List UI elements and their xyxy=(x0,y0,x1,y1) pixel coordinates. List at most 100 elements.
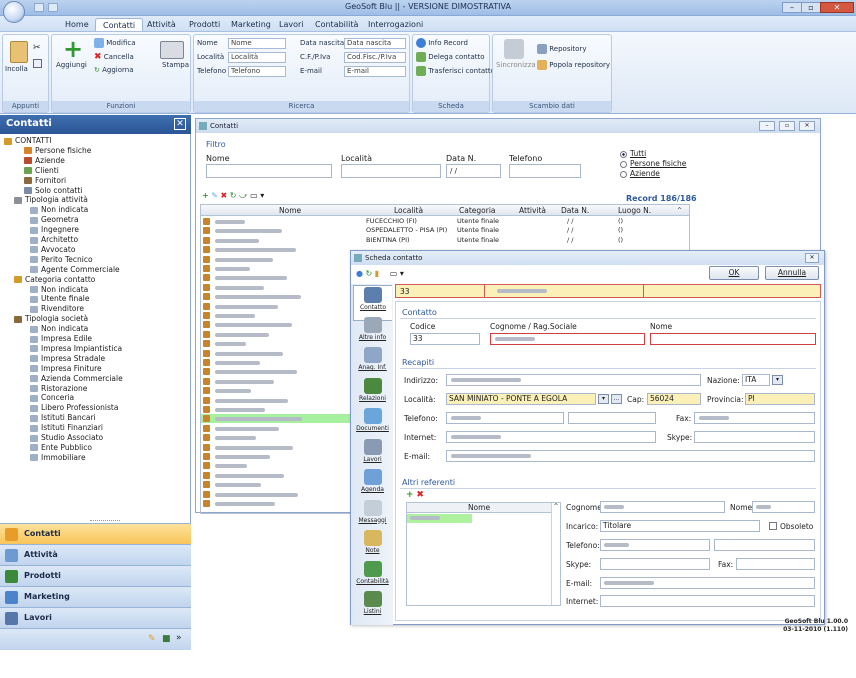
altri-add-icon[interactable]: + xyxy=(406,490,414,500)
nav-lavori[interactable]: Lavori xyxy=(0,607,191,628)
nav-small-icon-2[interactable]: ■ xyxy=(162,634,171,644)
filtro-datan-input[interactable]: / / xyxy=(446,164,501,178)
grid-dropdown-icon[interactable]: ▾ xyxy=(260,191,264,200)
tree-item[interactable]: Geometra xyxy=(30,215,79,225)
tree-item[interactable]: Impresa Finiture xyxy=(30,364,102,374)
referenti-scrollbar[interactable]: ^ xyxy=(551,503,560,605)
tree-item[interactable]: Fornitori xyxy=(24,176,66,186)
telefono-field[interactable] xyxy=(446,412,564,424)
sincronizza-button[interactable]: Sincronizza xyxy=(496,61,536,69)
search-telefono-input[interactable]: Telefono xyxy=(228,66,286,77)
provincia-field[interactable]: PI xyxy=(745,393,815,405)
cut-icon[interactable]: ✂ xyxy=(33,43,41,53)
grid-add-icon[interactable]: + xyxy=(202,191,209,200)
tree-item[interactable]: Impresa Edile xyxy=(30,334,92,344)
splitter[interactable] xyxy=(90,520,120,521)
incolla-button[interactable]: Incolla xyxy=(5,65,28,73)
tree-item[interactable]: Solo contatti xyxy=(24,186,82,196)
contatti-minimize-button[interactable]: – xyxy=(759,121,775,131)
scheda-print-icon[interactable]: ▭ xyxy=(390,269,398,278)
filtro-nome-input[interactable] xyxy=(206,164,332,178)
close-panel-icon[interactable]: ✕ xyxy=(174,118,186,130)
tree-item[interactable]: Architetto xyxy=(30,235,78,245)
col-attivita[interactable]: Attività xyxy=(519,205,546,216)
cognome-field[interactable] xyxy=(490,333,645,345)
tree-item[interactable]: Perito Tecnico xyxy=(30,255,93,265)
search-cf-input[interactable]: Cod.Fisc./P.Iva xyxy=(344,52,406,63)
grid-transfer-icon[interactable]: ⤻ xyxy=(239,191,248,200)
cap-field[interactable]: 56024 xyxy=(647,393,701,405)
tree-item[interactable]: Categoria contatto xyxy=(14,275,95,285)
ref-internet-field[interactable] xyxy=(600,595,815,607)
popola-repository-button[interactable]: Popola repository xyxy=(537,60,610,70)
filtro-telefono-input[interactable] xyxy=(509,164,581,178)
trasferisci-button[interactable]: Trasferisci contatto xyxy=(416,66,495,76)
add-icon[interactable]: + xyxy=(63,37,83,61)
scheda-refresh-icon[interactable]: ↻ xyxy=(366,269,373,278)
col-categoria[interactable]: Categoria xyxy=(459,205,496,216)
tab-lavori[interactable]: Lavori xyxy=(272,18,311,32)
tree-item[interactable]: Conceria xyxy=(30,393,74,403)
repository-button[interactable]: Repository xyxy=(537,44,586,54)
tree-item[interactable]: Immobiliare xyxy=(30,453,86,463)
tree-item[interactable]: Ristorazione xyxy=(30,384,87,394)
contacts-tree[interactable]: CONTATTI Persone fisiche Aziende Clienti For… xyxy=(0,136,191,516)
col-nome[interactable]: Nome xyxy=(279,205,301,216)
close-button[interactable]: ✕ xyxy=(820,2,854,13)
scheda-close-button[interactable]: ✕ xyxy=(805,253,819,263)
skype-field[interactable] xyxy=(694,431,815,443)
tree-item[interactable]: Tipologia società xyxy=(14,314,88,324)
aggiungi-button[interactable]: Aggiungi xyxy=(56,61,87,69)
referenti-col-nome[interactable]: Nome xyxy=(407,503,551,513)
tree-item[interactable]: Istituti Finanziari xyxy=(30,423,103,433)
radio-tutti[interactable]: Tutti xyxy=(620,149,646,158)
tree-item[interactable]: Studio Associato xyxy=(30,433,103,443)
filtro-localita-input[interactable] xyxy=(341,164,441,178)
nazione-dropdown-icon[interactable]: ▾ xyxy=(772,375,783,385)
quick-access-save-icon[interactable] xyxy=(34,3,44,12)
grid-print-icon[interactable]: ▭ xyxy=(250,191,258,200)
ref-cognome-field[interactable] xyxy=(600,501,725,513)
tree-item[interactable]: Libero Professionista xyxy=(30,403,118,413)
altri-delete-icon[interactable]: ✖ xyxy=(416,490,424,500)
cancella-button[interactable]: ✖ Cancella xyxy=(94,52,134,62)
scheda-print-dropdown-icon[interactable]: ▾ xyxy=(400,269,404,278)
tree-item[interactable]: Agente Commerciale xyxy=(30,265,120,275)
codice-field[interactable]: 33 xyxy=(410,333,480,345)
table-row[interactable]: OSPEDALETTO - PISA (PI) Utente finale / / (… xyxy=(201,226,689,235)
telefono2-field[interactable] xyxy=(568,412,656,424)
tree-item[interactable]: Ingegnere xyxy=(30,225,79,235)
col-luogon[interactable]: Luogo N. xyxy=(618,205,651,216)
nav-marketing[interactable]: Marketing xyxy=(0,586,191,607)
print-icon[interactable] xyxy=(160,41,184,59)
nav-small-icon-1[interactable]: ✎ xyxy=(148,634,156,644)
stampa-button[interactable]: Stampa xyxy=(162,61,189,69)
maximize-button[interactable]: ▫ xyxy=(801,2,821,13)
nazione-field[interactable]: ITA xyxy=(742,374,770,386)
ref-email-field[interactable] xyxy=(600,577,815,589)
radio-personefisiche[interactable]: Persone fisiche xyxy=(620,159,686,168)
tree-item[interactable]: Non indicata xyxy=(30,324,88,334)
tab-contatti[interactable]: Contatti xyxy=(95,18,144,32)
delega-button[interactable]: Delega contatto xyxy=(416,52,485,62)
localita-dropdown-icon[interactable]: ▾ xyxy=(598,394,609,404)
search-email-input[interactable]: E-mail xyxy=(344,66,406,77)
info-record-button[interactable]: Info Record xyxy=(416,38,468,48)
aggiorna-button[interactable]: ↻ Aggiorna xyxy=(94,66,134,74)
tab-prodotti[interactable]: Prodotti xyxy=(182,18,227,32)
tab-marketing[interactable]: Marketing xyxy=(224,18,278,32)
ref-nome-field[interactable] xyxy=(752,501,815,513)
tab-contabilita[interactable]: Contabilità xyxy=(308,18,365,32)
paste-icon[interactable] xyxy=(10,41,28,63)
grid-delete-icon[interactable]: ✖ xyxy=(221,191,228,200)
scroll-up-icon[interactable]: ^ xyxy=(677,205,682,216)
search-datanascita-input[interactable]: Data nascita xyxy=(344,38,406,49)
tab-home[interactable]: Home xyxy=(58,18,96,32)
fax-field[interactable] xyxy=(694,412,815,424)
col-localita[interactable]: Località xyxy=(394,205,423,216)
tree-item[interactable]: Avvocato xyxy=(30,245,75,255)
tree-item[interactable]: Tipologia attività xyxy=(14,195,88,205)
tree-item[interactable]: CONTATTI xyxy=(4,136,52,146)
grid-edit-icon[interactable]: ✎ xyxy=(211,191,218,200)
scheda-lock-icon[interactable]: ▮ xyxy=(375,269,379,278)
